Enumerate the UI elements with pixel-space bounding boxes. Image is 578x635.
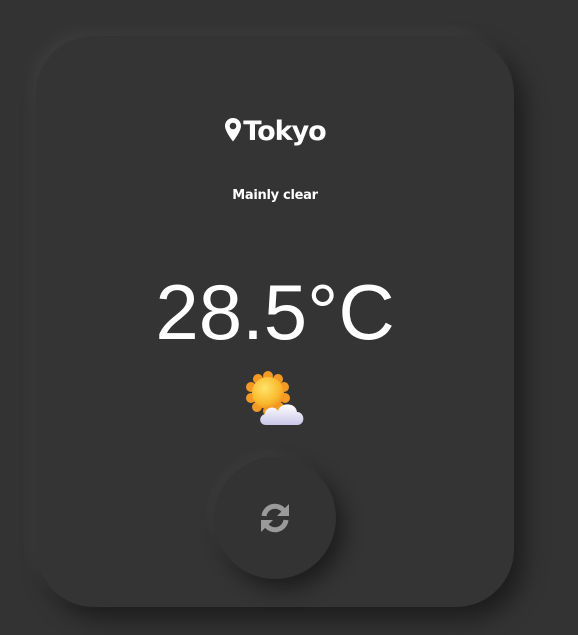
sun-behind-cloud-icon [246,371,304,425]
temperature-unit: °C [307,268,395,356]
location-header: Tokyo [36,116,514,147]
city-name: Tokyo [243,116,326,147]
refresh-icon [261,503,289,533]
temperature-value: 28.5 [155,268,308,356]
refresh-button[interactable] [214,457,336,579]
weather-condition: Mainly clear [232,188,318,203]
map-pin-icon [225,118,242,142]
temperature-display: 28.5°C [36,262,514,362]
